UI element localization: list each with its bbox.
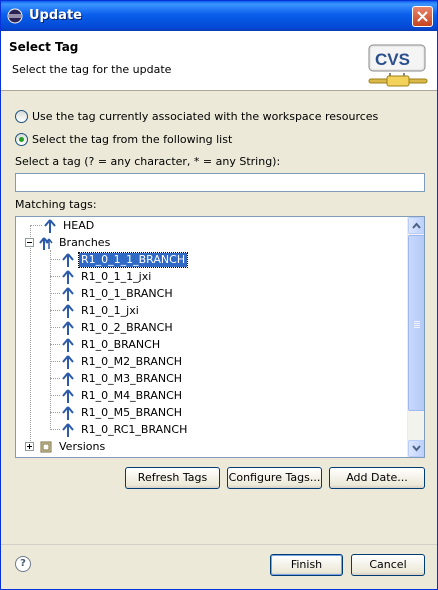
finish-button[interactable]: Finish — [270, 554, 343, 576]
tree-guide-branch-item — [50, 429, 60, 430]
tree-vertical-scrollbar[interactable] — [407, 217, 424, 457]
tree-node-branch[interactable]: R1_0_1_1_BRANCH — [60, 251, 189, 268]
tree-node-label: HEAD — [63, 218, 95, 232]
tree-guide-branches — [50, 250, 51, 430]
tree-node-branch[interactable]: R1_0_1_1_jxi — [60, 268, 153, 285]
tree-node-branch[interactable]: R1_0_2_BRANCH — [60, 319, 175, 336]
tree-node-label: Versions — [59, 439, 106, 453]
add-date-button[interactable]: Add Date... — [329, 467, 425, 489]
dialog-banner: Select Tag Select the tag for the update… — [1, 31, 437, 91]
tag-icon — [62, 371, 74, 386]
tree-guide-branch-item — [50, 293, 60, 294]
scroll-down-button[interactable] — [408, 440, 424, 457]
close-icon — [417, 11, 428, 22]
tag-icon — [62, 354, 74, 369]
cvs-logo-icon: CVS — [368, 44, 428, 87]
tree-node-label: R1_0_M3_BRANCH — [81, 371, 183, 385]
banner-description: Select the tag for the update — [12, 63, 172, 76]
tag-icon — [62, 252, 74, 267]
tag-icon — [62, 388, 74, 403]
tree-node-branch[interactable]: R1_0_M4_BRANCH — [60, 387, 184, 404]
banner-title: Select Tag — [9, 40, 79, 54]
eclipse-icon — [7, 8, 23, 24]
tree-node-label: R1_0_1_jxi — [81, 303, 139, 317]
tree-node-branch[interactable]: R1_0_1_jxi — [60, 302, 141, 319]
tree-node-branch[interactable]: R1_0_M3_BRANCH — [60, 370, 184, 387]
matching-tags-label: Matching tags: — [15, 198, 97, 211]
tree-node-label: Branches — [59, 235, 111, 249]
tree-guide-branch-item — [50, 412, 60, 413]
tag-icon — [62, 405, 74, 420]
tree-node-branch[interactable]: R1_0_M2_BRANCH — [60, 353, 184, 370]
versions-icon — [40, 441, 52, 452]
tree-node-label: R1_0_RC1_BRANCH — [81, 422, 188, 436]
tree-node-branch[interactable]: R1_0_BRANCH — [60, 336, 162, 353]
radio-list-option[interactable]: Select the tag from the following list — [15, 131, 232, 147]
tree-guide-branch-item — [50, 361, 60, 362]
tag-filter-input[interactable] — [15, 173, 425, 192]
tree-guide-branch-item — [50, 259, 60, 260]
filter-label: Select a tag (? = any character, * = any… — [15, 155, 281, 168]
scroll-up-button[interactable] — [408, 217, 424, 234]
tag-icon — [44, 218, 56, 233]
tag-icon — [62, 320, 74, 335]
tree-node-label: R1_0_1_BRANCH — [81, 286, 173, 300]
tree-guide-branch-item — [50, 395, 60, 396]
radio-list[interactable] — [15, 132, 28, 146]
tree-node-label: R1_0_2_BRANCH — [81, 320, 173, 334]
cvs-logo-text: CVS — [375, 50, 410, 69]
tree-node-label: R1_0_1_1_BRANCH — [77, 251, 189, 268]
help-icon[interactable]: ? — [15, 556, 31, 572]
tree-guide-head — [30, 225, 42, 226]
branches-collapse-toggle[interactable] — [25, 238, 34, 247]
window-title: Update — [29, 8, 82, 23]
tree-node-branches[interactable]: Branches — [38, 234, 112, 251]
tree-guide-branch-item — [50, 378, 60, 379]
tree-node-branch[interactable]: R1_0_1_BRANCH — [60, 285, 175, 302]
tree-content: HEAD Branches R1_0_1_1_BRANCH R1_0_1_1_jx… — [16, 217, 408, 457]
tree-node-label: R1_0_BRANCH — [81, 337, 161, 351]
radio-workspace-option[interactable]: Use the tag currently associated with th… — [15, 108, 378, 124]
tree-node-label: R1_0_M4_BRANCH — [81, 388, 183, 402]
footer-separator — [1, 544, 437, 545]
versions-expand-toggle[interactable] — [25, 442, 34, 451]
tree-node-branch[interactable]: R1_0_M5_BRANCH — [60, 404, 184, 421]
tree-guide-branch-item — [50, 310, 60, 311]
configure-tags-button[interactable]: Configure Tags... — [227, 467, 322, 489]
radio-list-label[interactable]: Select the tag from the following list — [32, 133, 232, 146]
tag-icon — [62, 422, 74, 437]
tree-guide-branch-item — [50, 276, 60, 277]
radio-workspace[interactable] — [15, 109, 28, 123]
tree-node-label: R1_0_1_1_jxi — [81, 269, 152, 283]
arrow-up-icon — [412, 222, 421, 229]
tree-guide-branch-item — [50, 344, 60, 345]
tree-node-label: R1_0_M5_BRANCH — [81, 405, 183, 419]
arrow-down-icon — [412, 445, 421, 452]
tree-guide-branch-item — [50, 327, 60, 328]
tree-node-branch[interactable]: R1_0_RC1_BRANCH — [60, 421, 189, 438]
branches-icon — [39, 236, 53, 250]
tag-icon — [62, 303, 74, 318]
tree-guide-root — [30, 225, 31, 449]
title-bar[interactable]: Update — [1, 1, 437, 31]
scroll-thumb[interactable] — [408, 235, 424, 411]
update-dialog: Update Select Tag Select the tag for the… — [0, 0, 438, 590]
refresh-tags-button[interactable]: Refresh Tags — [125, 467, 220, 489]
matching-tags-tree[interactable]: HEAD Branches R1_0_1_1_BRANCH R1_0_1_1_jx… — [15, 216, 425, 458]
radio-workspace-label[interactable]: Use the tag currently associated with th… — [32, 110, 378, 123]
tree-node-versions[interactable]: Versions — [38, 438, 107, 455]
tree-node-head[interactable]: HEAD — [42, 217, 96, 234]
tree-node-label: R1_0_M2_BRANCH — [81, 354, 183, 368]
tag-icon — [62, 286, 74, 301]
close-button[interactable] — [412, 6, 433, 27]
tag-icon — [62, 269, 74, 284]
tag-icon — [62, 337, 74, 352]
cancel-button[interactable]: Cancel — [351, 554, 425, 576]
